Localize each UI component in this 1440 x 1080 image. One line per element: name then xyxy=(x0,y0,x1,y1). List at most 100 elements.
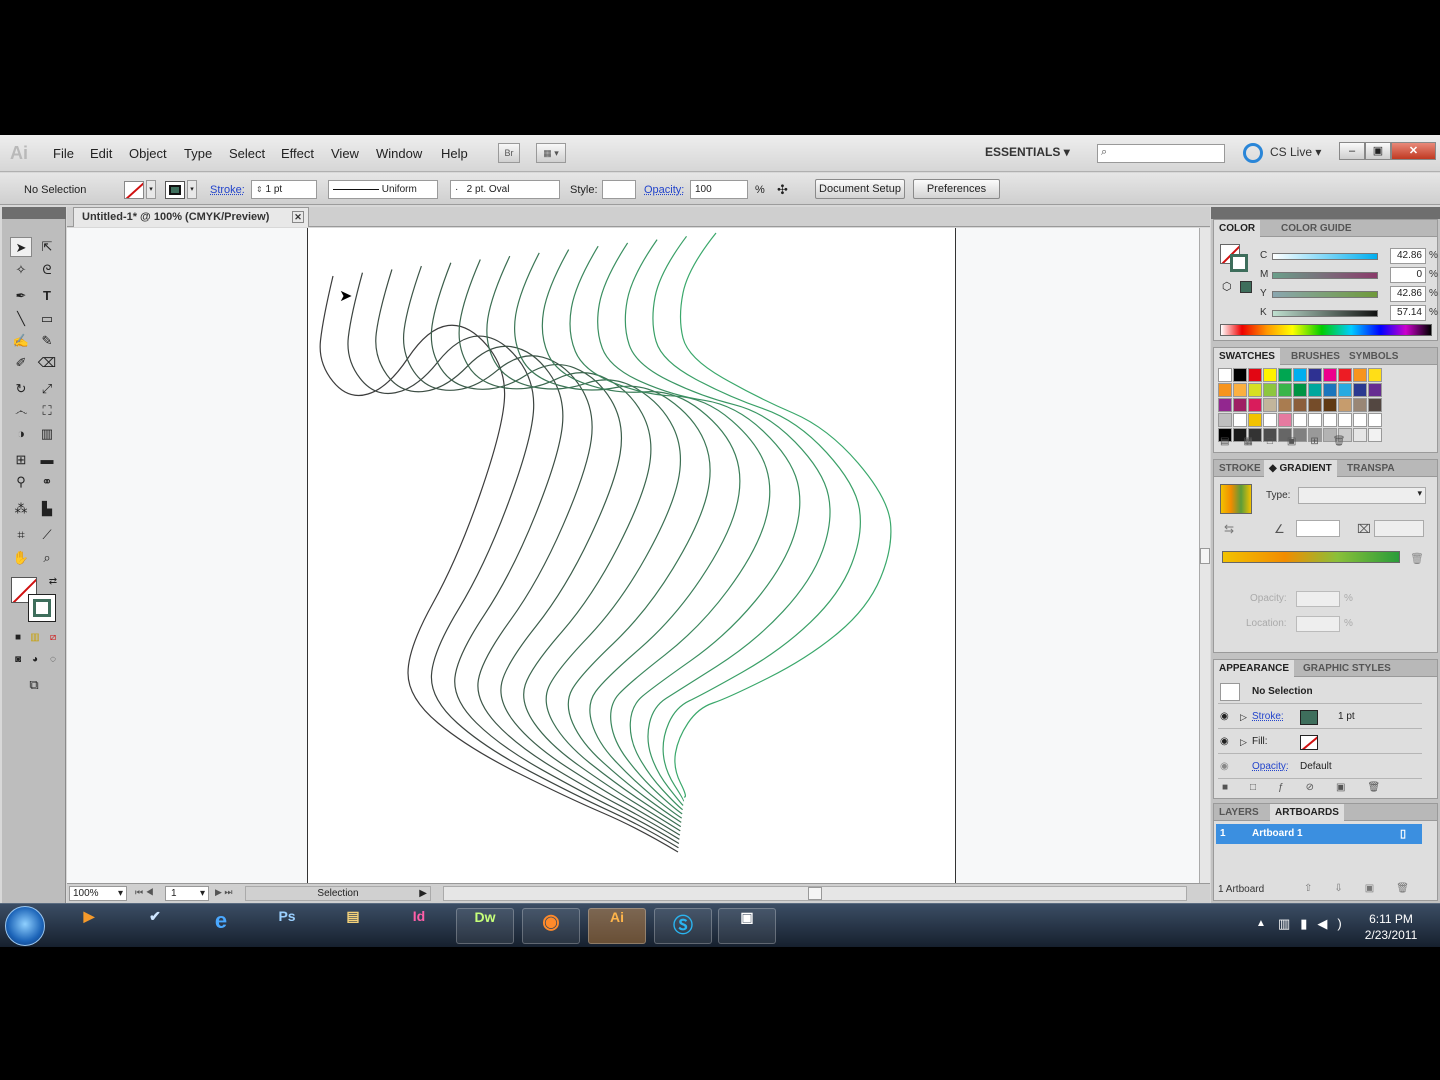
last-color-swatch[interactable] xyxy=(1240,281,1252,293)
recolor-artwork-icon[interactable]: ✣ xyxy=(777,182,788,198)
taskbar-media-player-icon[interactable]: ▶ xyxy=(60,908,118,944)
scroll-thumb[interactable] xyxy=(1200,548,1210,564)
brush-definition[interactable]: · 2 pt. Oval xyxy=(450,180,560,199)
shape-builder-tool-icon[interactable]: ◑ xyxy=(10,424,32,444)
line-tool-icon[interactable]: ╲ xyxy=(10,309,32,329)
swatch-cell[interactable] xyxy=(1233,383,1247,397)
disclosure-triangle-icon[interactable]: ▷ xyxy=(1240,705,1247,729)
swatch-cell[interactable] xyxy=(1308,413,1322,427)
lasso-tool-icon[interactable]: ᘓ xyxy=(36,260,58,280)
arrange-documents-button[interactable]: ▦ ▾ xyxy=(536,143,566,163)
selection-tool-icon[interactable]: ➤ xyxy=(10,237,32,257)
menu-edit[interactable]: Edit xyxy=(90,146,112,161)
gradient-type-select[interactable]: ▾ xyxy=(1298,487,1426,504)
type-tool-icon[interactable]: T xyxy=(36,286,58,306)
field-y[interactable]: 42.86 xyxy=(1390,286,1426,302)
stroke-swatch[interactable] xyxy=(165,181,185,199)
menu-view[interactable]: View xyxy=(331,146,359,161)
delete-stop-icon[interactable]: 🗑 xyxy=(1410,552,1424,565)
preferences-button[interactable]: Preferences xyxy=(913,179,1000,199)
blend-stroke[interactable] xyxy=(403,265,680,840)
tab-brushes[interactable]: BRUSHES xyxy=(1286,348,1345,365)
swatch-cell[interactable] xyxy=(1338,383,1352,397)
start-button[interactable] xyxy=(5,906,45,946)
taskbar-photoshop-icon[interactable]: Ps xyxy=(258,908,316,944)
pen-tool-icon[interactable]: ✒ xyxy=(10,286,32,306)
stroke-label-link[interactable]: Stroke: xyxy=(210,184,245,196)
taskbar-explorer-icon[interactable]: ▤ xyxy=(324,908,382,944)
swatch-cell[interactable] xyxy=(1278,383,1292,397)
aspect-ratio-field[interactable] xyxy=(1374,520,1424,537)
blend-stroke[interactable] xyxy=(541,249,741,819)
tab-layers[interactable]: LAYERS xyxy=(1214,804,1264,821)
swatch-cell[interactable] xyxy=(1263,398,1277,412)
swatch-cell[interactable] xyxy=(1353,383,1367,397)
eye-icon[interactable]: ◉ xyxy=(1220,755,1229,779)
close-tab-icon[interactable]: ✕ xyxy=(292,211,304,223)
warp-tool-icon[interactable]: ෴ xyxy=(10,401,32,421)
blob-brush-tool-icon[interactable]: ✐ xyxy=(10,353,32,373)
artboards-footer-icons[interactable]: ⇧⇩▣🗑 xyxy=(1304,883,1431,894)
perspective-grid-tool-icon[interactable]: ▥ xyxy=(36,424,58,444)
stroke-dropdown[interactable]: ▾ xyxy=(187,180,197,199)
tab-color-guide[interactable]: COLOR GUIDE xyxy=(1276,220,1357,237)
magic-wand-tool-icon[interactable]: ✧ xyxy=(10,260,32,280)
cs-live-menu[interactable]: CS Live ▾ xyxy=(1270,145,1321,159)
appearance-footer-icons[interactable]: ■□ƒ⊘▣🗑 xyxy=(1222,782,1432,796)
tab-graphic-styles[interactable]: GRAPHIC STYLES xyxy=(1298,660,1396,677)
paintbrush-tool-icon[interactable]: ✍ xyxy=(10,331,32,351)
appearance-opacity-row[interactable]: ◉ Opacity: Default xyxy=(1218,755,1422,779)
gradient-opacity-field[interactable] xyxy=(1296,591,1340,607)
tab-swatches[interactable]: SWATCHES xyxy=(1214,348,1280,365)
gradient-tool-icon[interactable]: ▬ xyxy=(36,450,58,470)
field-c[interactable]: 42.86 xyxy=(1390,248,1426,264)
gradient-slider[interactable] xyxy=(1222,551,1400,563)
eye-icon[interactable]: ◉ xyxy=(1220,705,1229,729)
swatch-cell[interactable] xyxy=(1293,383,1307,397)
blend-stroke[interactable] xyxy=(569,245,771,815)
swatch-cell[interactable] xyxy=(1368,383,1382,397)
swatch-cell[interactable] xyxy=(1308,383,1322,397)
style-picker[interactable] xyxy=(602,180,636,199)
document-setup-button[interactable]: Document Setup xyxy=(815,179,905,199)
swatches-footer-icons[interactable]: ▤▦□▣⊞🗑 xyxy=(1220,436,1430,450)
system-tray-icons[interactable]: ▥▮◀) xyxy=(1278,916,1352,932)
stroke-weight-field[interactable]: ⇕ 1 pt xyxy=(251,180,317,199)
rotate-tool-icon[interactable]: ↻ xyxy=(10,379,32,399)
variable-width-profile[interactable]: Uniform xyxy=(328,180,438,199)
blend-stroke[interactable] xyxy=(319,275,679,853)
tab-gradient[interactable]: ◆ GRADIENT xyxy=(1264,460,1337,477)
first-artboard-icon[interactable]: ⏮ ◀ xyxy=(135,887,154,898)
taskbar-clock[interactable]: 6:11 PM 2/23/2011 xyxy=(1355,911,1427,943)
slice-tool-icon[interactable]: ⟋ xyxy=(36,525,58,545)
menu-effect[interactable]: Effect xyxy=(281,146,314,161)
swatch-cell[interactable] xyxy=(1248,383,1262,397)
tab-color[interactable]: COLOR xyxy=(1214,220,1261,237)
swatch-cell[interactable] xyxy=(1338,398,1352,412)
swatch-cell[interactable] xyxy=(1323,413,1337,427)
scale-tool-icon[interactable]: ⤢ xyxy=(36,379,58,399)
artboard[interactable] xyxy=(307,228,956,883)
zoom-tool-icon[interactable]: ⌕ xyxy=(36,548,58,568)
swatch-cell[interactable] xyxy=(1218,368,1232,382)
taskbar-illustrator-icon[interactable]: Ai xyxy=(588,908,646,944)
swatch-cell[interactable] xyxy=(1293,398,1307,412)
status-tool-menu[interactable]: Selection ▶ xyxy=(245,886,431,901)
menu-file[interactable]: File xyxy=(53,146,74,161)
field-k[interactable]: 57.14 xyxy=(1390,305,1426,321)
pencil-tool-icon[interactable]: ✎ xyxy=(36,331,58,351)
appearance-fill-swatch[interactable] xyxy=(1300,735,1318,750)
zoom-field[interactable]: 100% ▾ xyxy=(69,886,127,901)
swatch-cell[interactable] xyxy=(1308,368,1322,382)
menu-type[interactable]: Type xyxy=(184,146,212,161)
mesh-tool-icon[interactable]: ⊞ xyxy=(10,450,32,470)
swatch-cell[interactable] xyxy=(1248,398,1262,412)
close-button[interactable]: ✕ xyxy=(1391,142,1436,160)
last-artboard-icon[interactable]: ▶ ⏭ xyxy=(215,887,233,898)
taskbar-remote-desktop-icon[interactable]: ▣ xyxy=(718,908,776,944)
artboard-tool-icon[interactable]: ⌗ xyxy=(10,525,32,545)
gradient-location-field[interactable] xyxy=(1296,616,1340,632)
angle-field[interactable] xyxy=(1296,520,1340,537)
draw-inside-icon[interactable]: ◌ xyxy=(42,650,64,670)
swatch-cell[interactable] xyxy=(1323,398,1337,412)
